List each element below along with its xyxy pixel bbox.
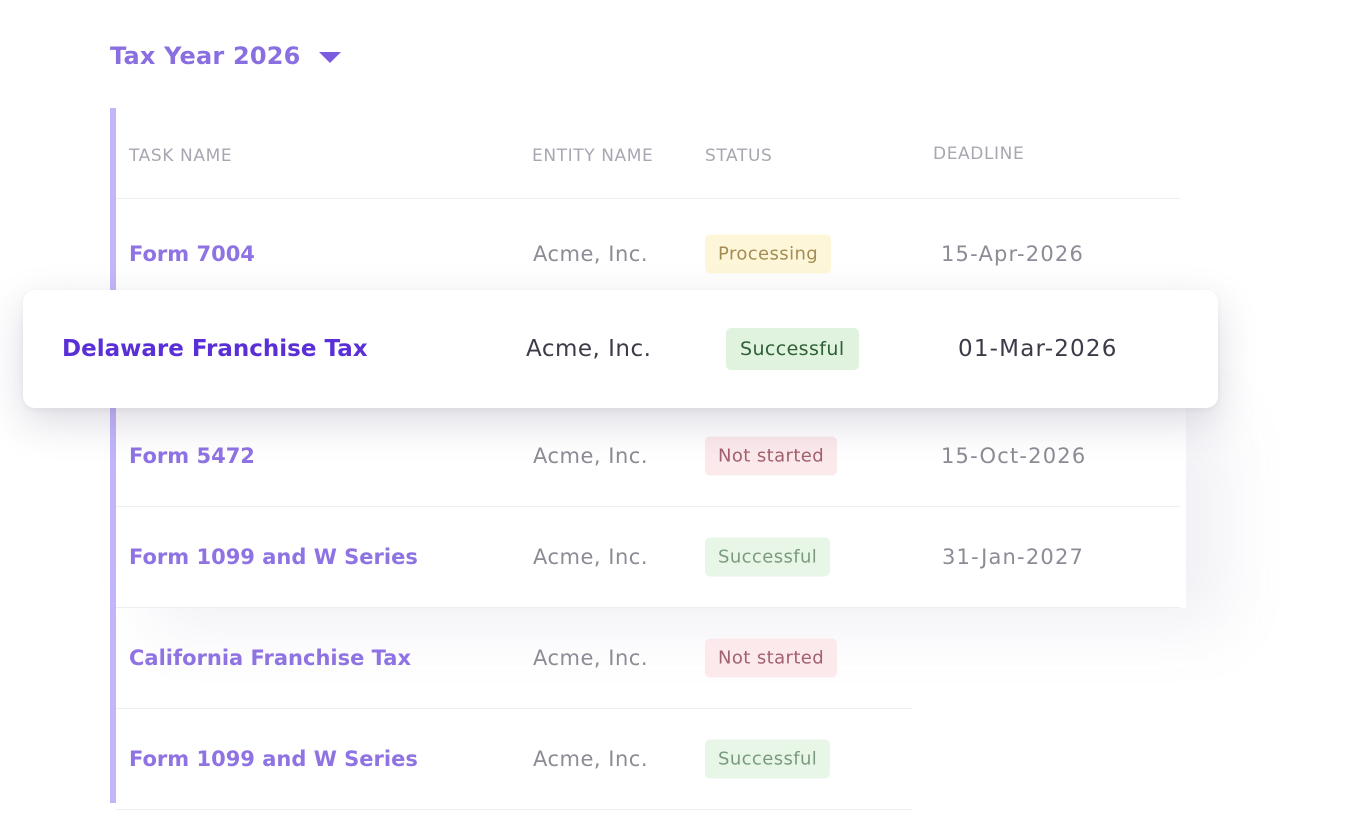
task-name-link[interactable]: Delaware Franchise Tax (62, 336, 368, 362)
entity-name: Acme, Inc. (533, 545, 648, 569)
table-row[interactable]: Form 5472 Acme, Inc. Not started 15-Oct-… (116, 406, 1180, 507)
entity-name: Acme, Inc. (533, 646, 648, 670)
table-row[interactable]: Form 1099 and W Series Acme, Inc. Succes… (116, 507, 1180, 608)
tasks-table: TASK NAME ENTITY NAME STATUS DEADLINE Fo… (110, 108, 1185, 810)
entity-name: Acme, Inc. (533, 747, 648, 771)
caret-down-icon[interactable] (318, 51, 341, 63)
highlighted-row-card[interactable]: Delaware Franchise Tax Acme, Inc. Succes… (23, 290, 1218, 408)
status-badge: Successful (705, 739, 831, 779)
column-header-entity-name[interactable]: ENTITY NAME (532, 146, 653, 166)
status-badge: Processing (705, 234, 832, 274)
entity-name: Acme, Inc. (533, 242, 648, 266)
tax-year-label: Tax Year 2026 (110, 42, 301, 70)
table-header: TASK NAME ENTITY NAME STATUS DEADLINE (116, 108, 1180, 199)
task-name-link[interactable]: Form 1099 and W Series (129, 747, 418, 771)
status-badge: Not started (705, 638, 838, 678)
tax-year-dropdown[interactable]: Tax Year 2026 (110, 36, 341, 76)
deadline: 15-Apr-2026 (941, 242, 1085, 266)
task-name-link[interactable]: Form 1099 and W Series (129, 545, 418, 569)
table-row[interactable]: Form 1099 and W Series Acme, Inc. Succes… (116, 709, 912, 810)
table-row[interactable]: California Franchise Tax Acme, Inc. Not … (116, 608, 912, 709)
status-badge: Successful (726, 328, 859, 370)
task-name-link[interactable]: Form 5472 (129, 444, 255, 468)
deadline: 01-Mar-2026 (958, 336, 1118, 362)
column-header-status[interactable]: STATUS (705, 146, 772, 166)
task-name-link[interactable]: California Franchise Tax (129, 646, 411, 670)
status-badge: Not started (705, 436, 838, 476)
status-badge: Successful (705, 537, 831, 577)
deadline: 31-Jan-2027 (942, 545, 1085, 569)
entity-name: Acme, Inc. (533, 444, 648, 468)
entity-name: Acme, Inc. (526, 336, 652, 362)
column-header-deadline[interactable]: DEADLINE (933, 144, 1024, 164)
column-header-task-name[interactable]: TASK NAME (129, 146, 232, 166)
task-name-link[interactable]: Form 7004 (129, 242, 255, 266)
deadline: 15-Oct-2026 (941, 444, 1087, 468)
